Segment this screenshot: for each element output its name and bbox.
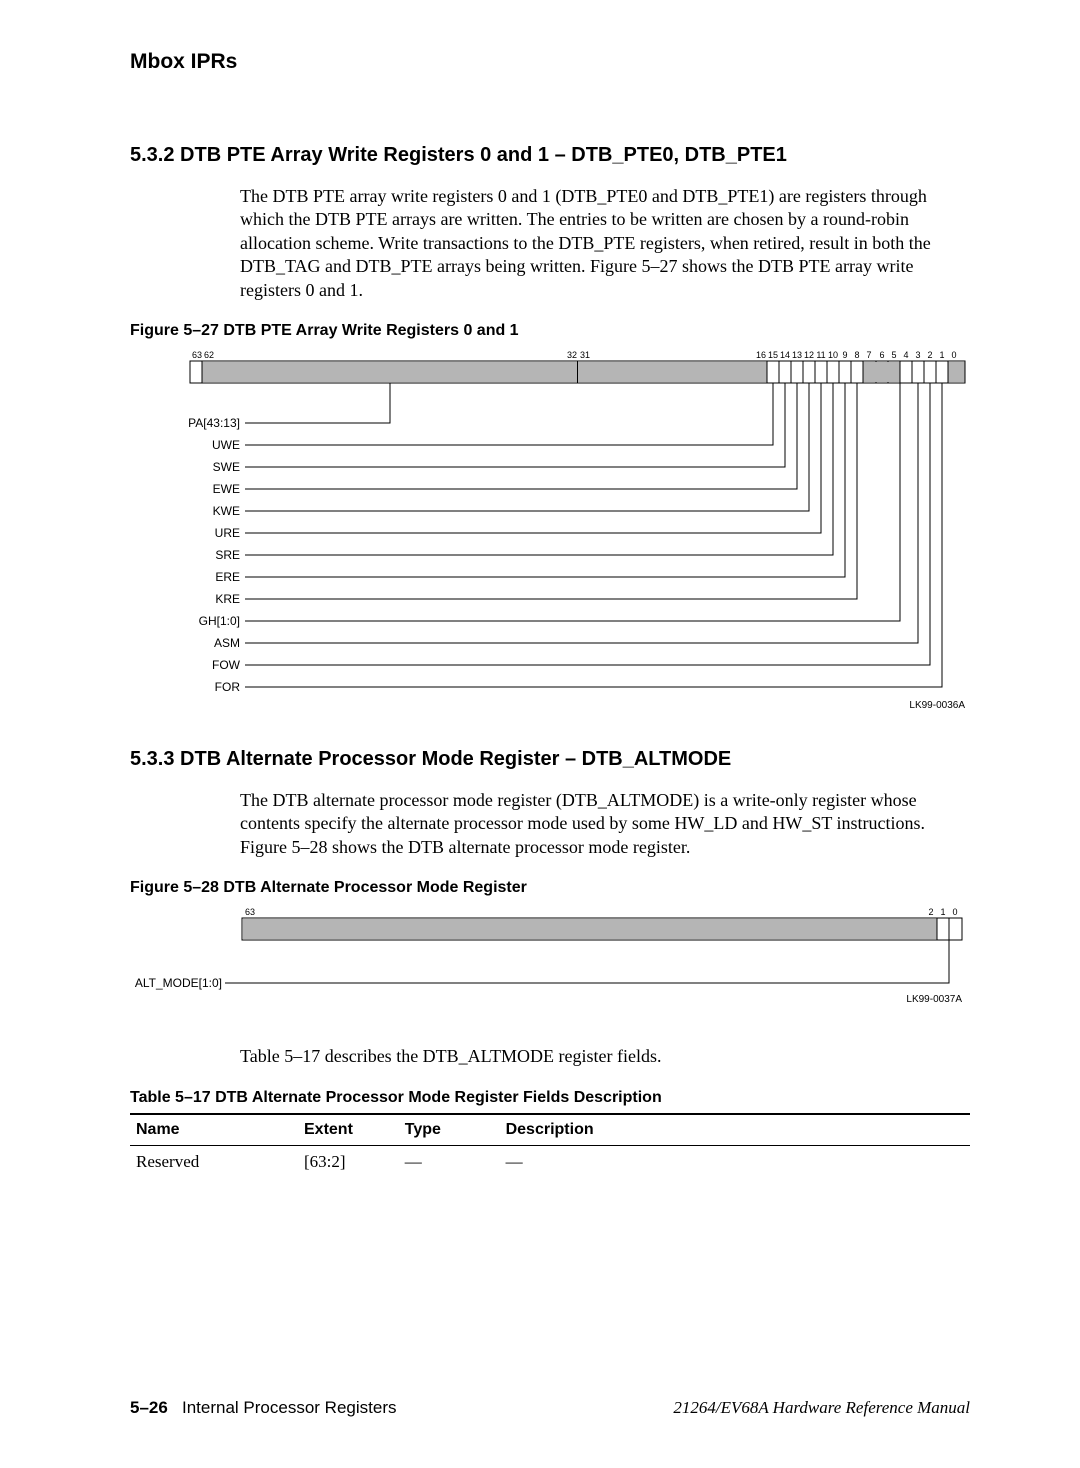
field-gh: GH[1:0]	[199, 614, 240, 628]
field-altmode: ALT_MODE[1:0]	[135, 976, 222, 990]
th-extent: Extent	[298, 1114, 399, 1146]
field-swe: SWE	[213, 460, 240, 474]
th-type: Type	[399, 1114, 500, 1146]
figure-528-caption: Figure 5–28 DTB Alternate Processor Mode…	[130, 879, 970, 897]
field-ure: URE	[215, 526, 240, 540]
bit-10: 10	[828, 350, 838, 360]
table-row: Reserved [63:2] — —	[130, 1145, 970, 1178]
bit-8: 8	[854, 350, 859, 360]
figure-528: 63 2 1 0 ALT_MODE[1:0] LK99-0037A	[130, 905, 970, 1015]
bit-13: 13	[792, 350, 802, 360]
bit-7: 7	[866, 350, 871, 360]
field-kre: KRE	[215, 592, 240, 606]
bit-63: 63	[192, 350, 202, 360]
th-desc: Description	[500, 1114, 970, 1146]
bit-1: 1	[939, 350, 944, 360]
bit-9: 9	[842, 350, 847, 360]
cell-extent: [63:2]	[298, 1145, 399, 1178]
bit-3: 3	[915, 350, 920, 360]
page-footer: 5–26 Internal Processor Registers 21264/…	[130, 1398, 970, 1418]
table-517: Name Extent Type Description Reserved [6…	[130, 1113, 970, 1178]
cell-desc: —	[500, 1145, 970, 1178]
field-fow: FOW	[212, 658, 241, 672]
th-name: Name	[130, 1114, 298, 1146]
figure-528-id: LK99-0037A	[906, 994, 962, 1005]
footer-manual: 21264/EV68A Hardware Reference Manual	[673, 1398, 970, 1418]
field-kwe: KWE	[213, 504, 240, 518]
field-asm: ASM	[214, 636, 240, 650]
section-532-heading: 5.3.2 DTB PTE Array Write Registers 0 an…	[130, 144, 970, 167]
section-533-heading: 5.3.3 DTB Alternate Processor Mode Regis…	[130, 748, 970, 771]
field-uwe: UWE	[212, 438, 240, 452]
cell-type: —	[399, 1145, 500, 1178]
bit-12: 12	[804, 350, 814, 360]
field-pa: PA[43:13]	[188, 416, 240, 430]
bit-0: 0	[952, 907, 957, 917]
figure-527-caption: Figure 5–27 DTB PTE Array Write Register…	[130, 322, 970, 340]
bit-31: 31	[580, 350, 590, 360]
section-532-para: The DTB PTE array write registers 0 and …	[240, 185, 970, 302]
bit-62: 62	[204, 350, 214, 360]
para-after-528: Table 5–17 describes the DTB_ALTMODE reg…	[240, 1045, 970, 1068]
bit-0: 0	[951, 350, 956, 360]
bit-63: 63	[245, 907, 255, 917]
bit-2: 2	[928, 907, 933, 917]
table-517-title: Table 5–17 DTB Alternate Processor Mode …	[130, 1089, 970, 1107]
figure-527: 63 62 32 31 16 15 14 13 12 11 10 9 8 7 6…	[130, 348, 970, 718]
bit-1: 1	[940, 907, 945, 917]
bit-5: 5	[891, 350, 896, 360]
bit-14: 14	[780, 350, 790, 360]
bit-2: 2	[927, 350, 932, 360]
field-sre: SRE	[215, 548, 240, 562]
cell-name: Reserved	[130, 1145, 298, 1178]
section-533-para: The DTB alternate processor mode registe…	[240, 789, 970, 859]
bit-4: 4	[903, 350, 908, 360]
bit-11: 11	[816, 350, 825, 360]
bit-32: 32	[567, 350, 577, 360]
field-ere: ERE	[215, 570, 240, 584]
bit-15: 15	[768, 350, 778, 360]
bit-16: 16	[756, 350, 766, 360]
field-for: FOR	[215, 680, 241, 694]
footer-page: 5–26	[130, 1398, 168, 1417]
footer-section: Internal Processor Registers	[182, 1398, 396, 1417]
bit-6: 6	[879, 350, 884, 360]
page-header: Mbox IPRs	[130, 50, 970, 74]
field-ewe: EWE	[213, 482, 240, 496]
figure-527-id: LK99-0036A	[909, 700, 965, 711]
